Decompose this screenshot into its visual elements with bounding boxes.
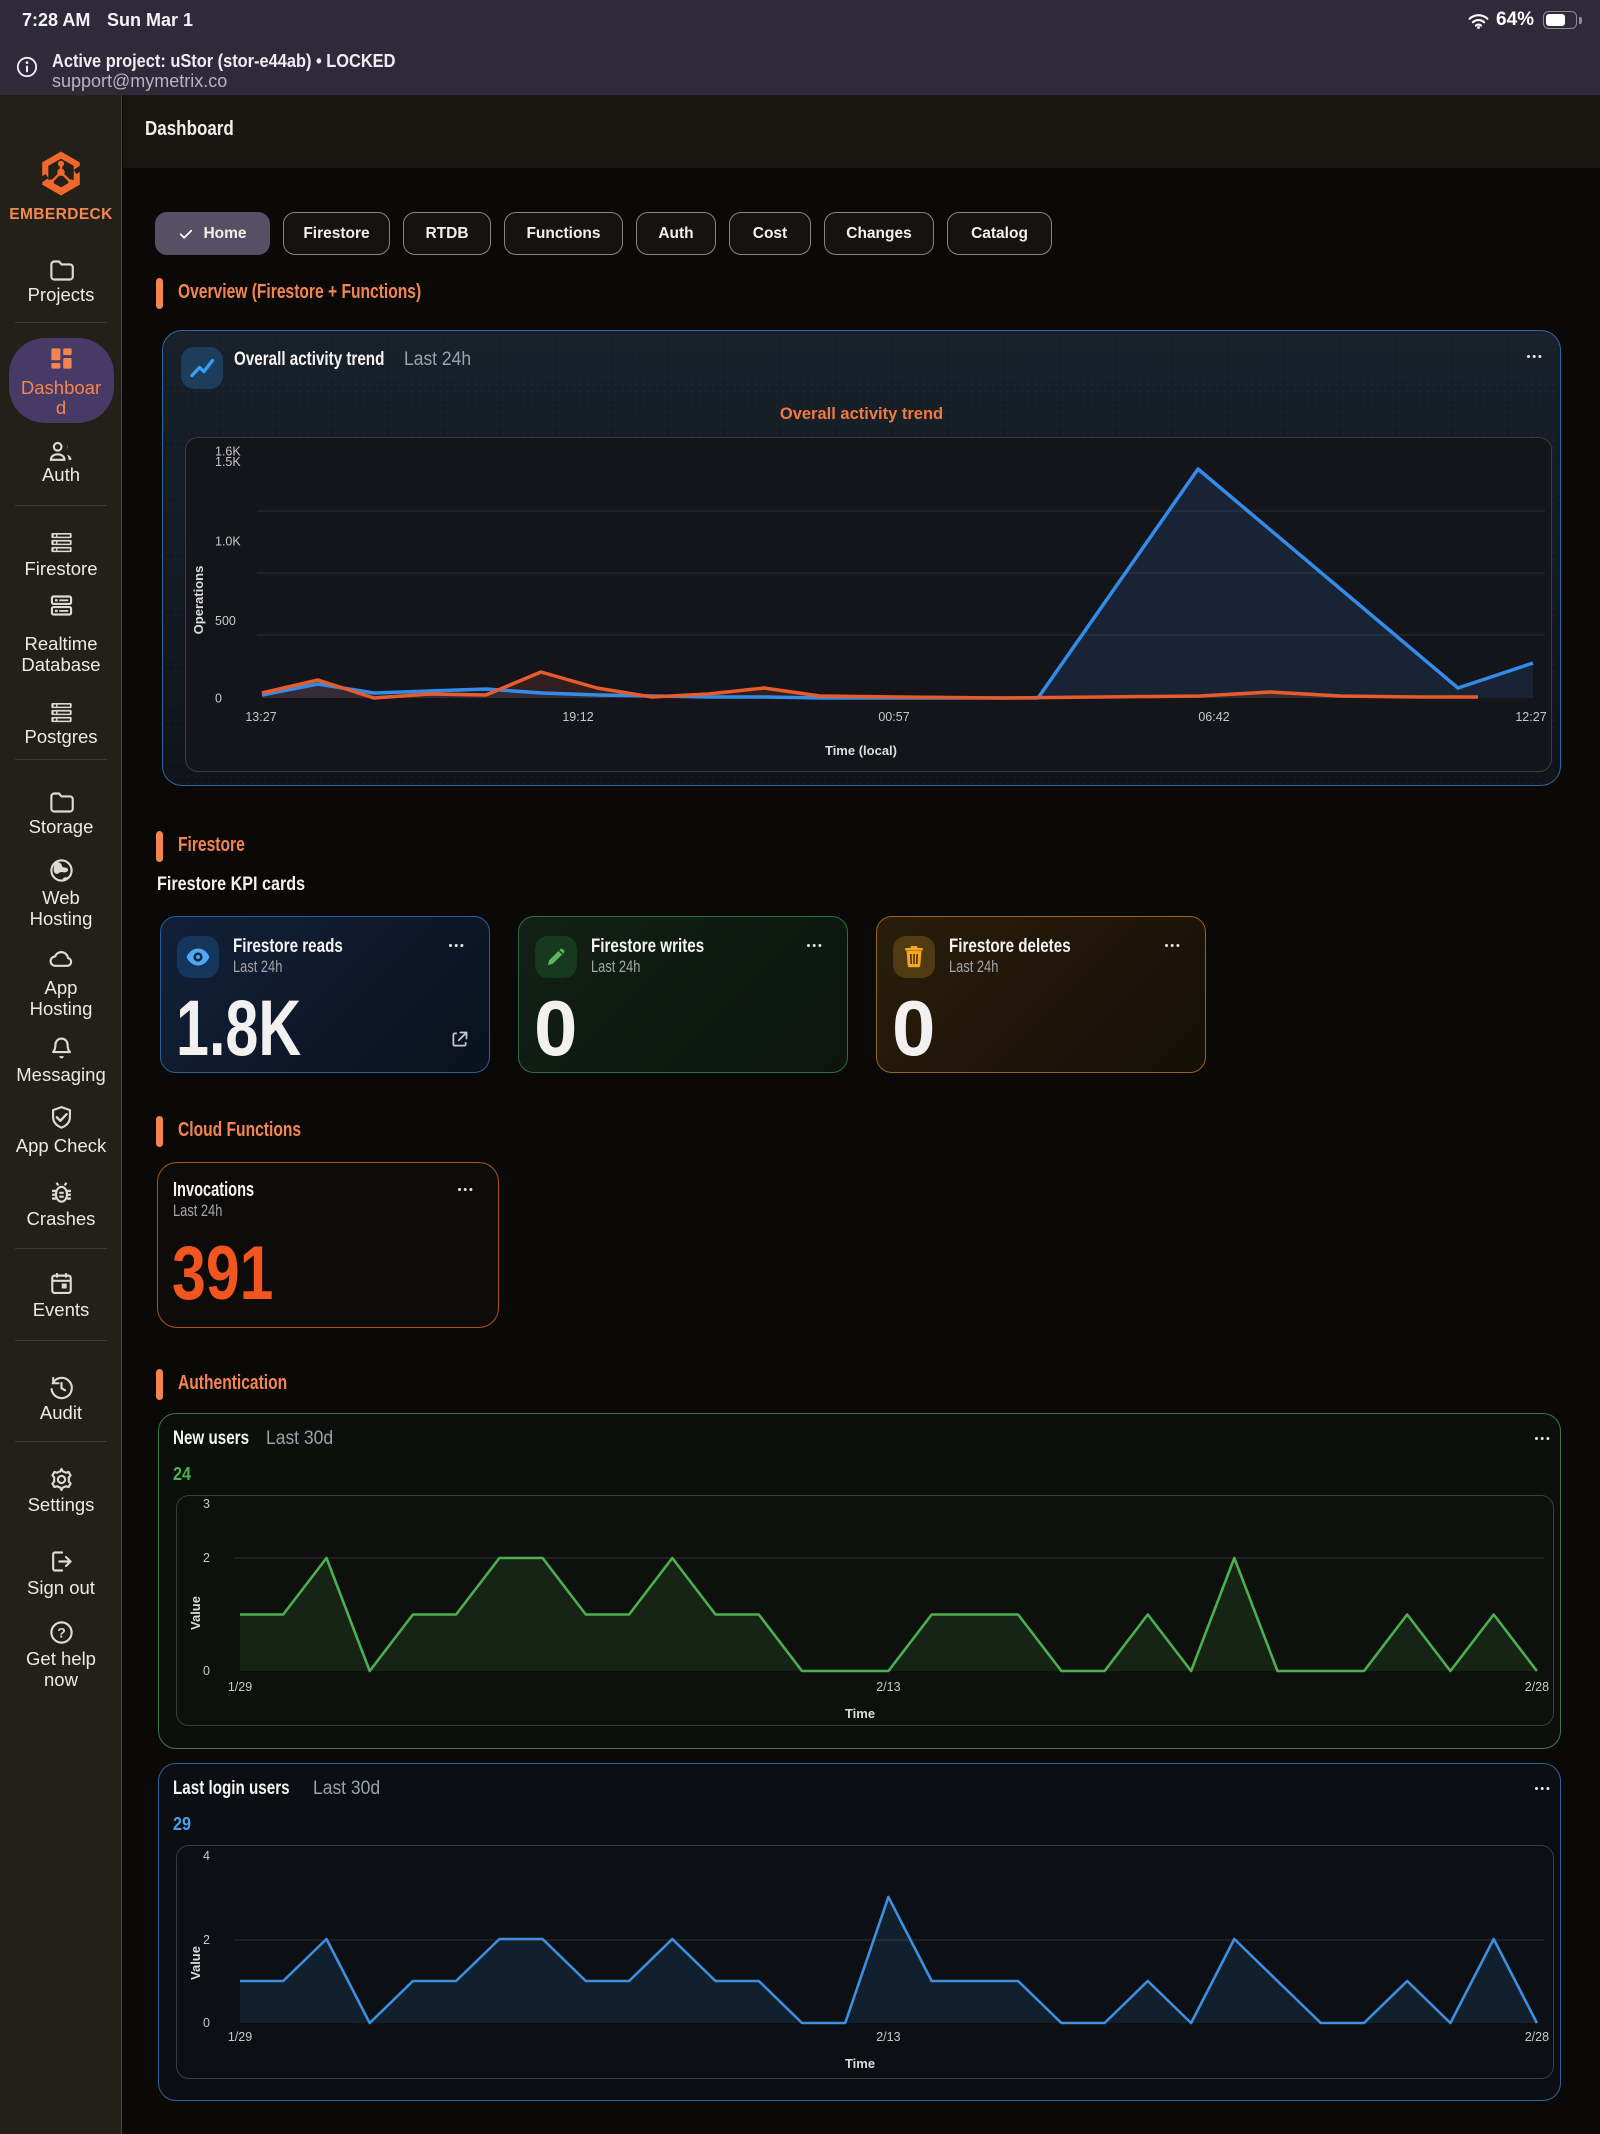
svg-text:Value: Value xyxy=(188,1946,203,1980)
svg-text:12:27: 12:27 xyxy=(1515,710,1546,724)
svg-text:?: ? xyxy=(57,1624,66,1640)
svg-text:500: 500 xyxy=(215,614,236,628)
svg-text:Time (local): Time (local) xyxy=(825,743,897,758)
svg-text:Time: Time xyxy=(845,1706,875,1721)
svg-text:Time: Time xyxy=(845,2056,875,2071)
svg-text:19:12: 19:12 xyxy=(562,710,593,724)
svg-text:4: 4 xyxy=(203,1849,210,1863)
svg-text:2/13: 2/13 xyxy=(876,1680,900,1694)
svg-text:0: 0 xyxy=(203,2016,210,2030)
svg-text:1.0K: 1.0K xyxy=(215,534,241,548)
svg-text:2/28: 2/28 xyxy=(1525,1680,1549,1694)
svg-text:2: 2 xyxy=(203,1933,210,1947)
svg-text:3: 3 xyxy=(203,1497,210,1511)
svg-text:00:57: 00:57 xyxy=(878,710,909,724)
svg-text:13:27: 13:27 xyxy=(245,710,276,724)
svg-text:2/13: 2/13 xyxy=(876,2030,900,2044)
svg-text:Value: Value xyxy=(188,1596,203,1630)
svg-text:1/29: 1/29 xyxy=(228,2030,252,2044)
svg-text:1.5K: 1.5K xyxy=(215,455,241,469)
svg-text:2/28: 2/28 xyxy=(1525,2030,1549,2044)
svg-text:06:42: 06:42 xyxy=(1198,710,1229,724)
svg-text:0: 0 xyxy=(203,1664,210,1678)
svg-text:0: 0 xyxy=(215,691,222,705)
svg-text:2: 2 xyxy=(203,1551,210,1565)
svg-text:1/29: 1/29 xyxy=(228,1680,252,1694)
svg-text:Operations: Operations xyxy=(191,566,206,635)
